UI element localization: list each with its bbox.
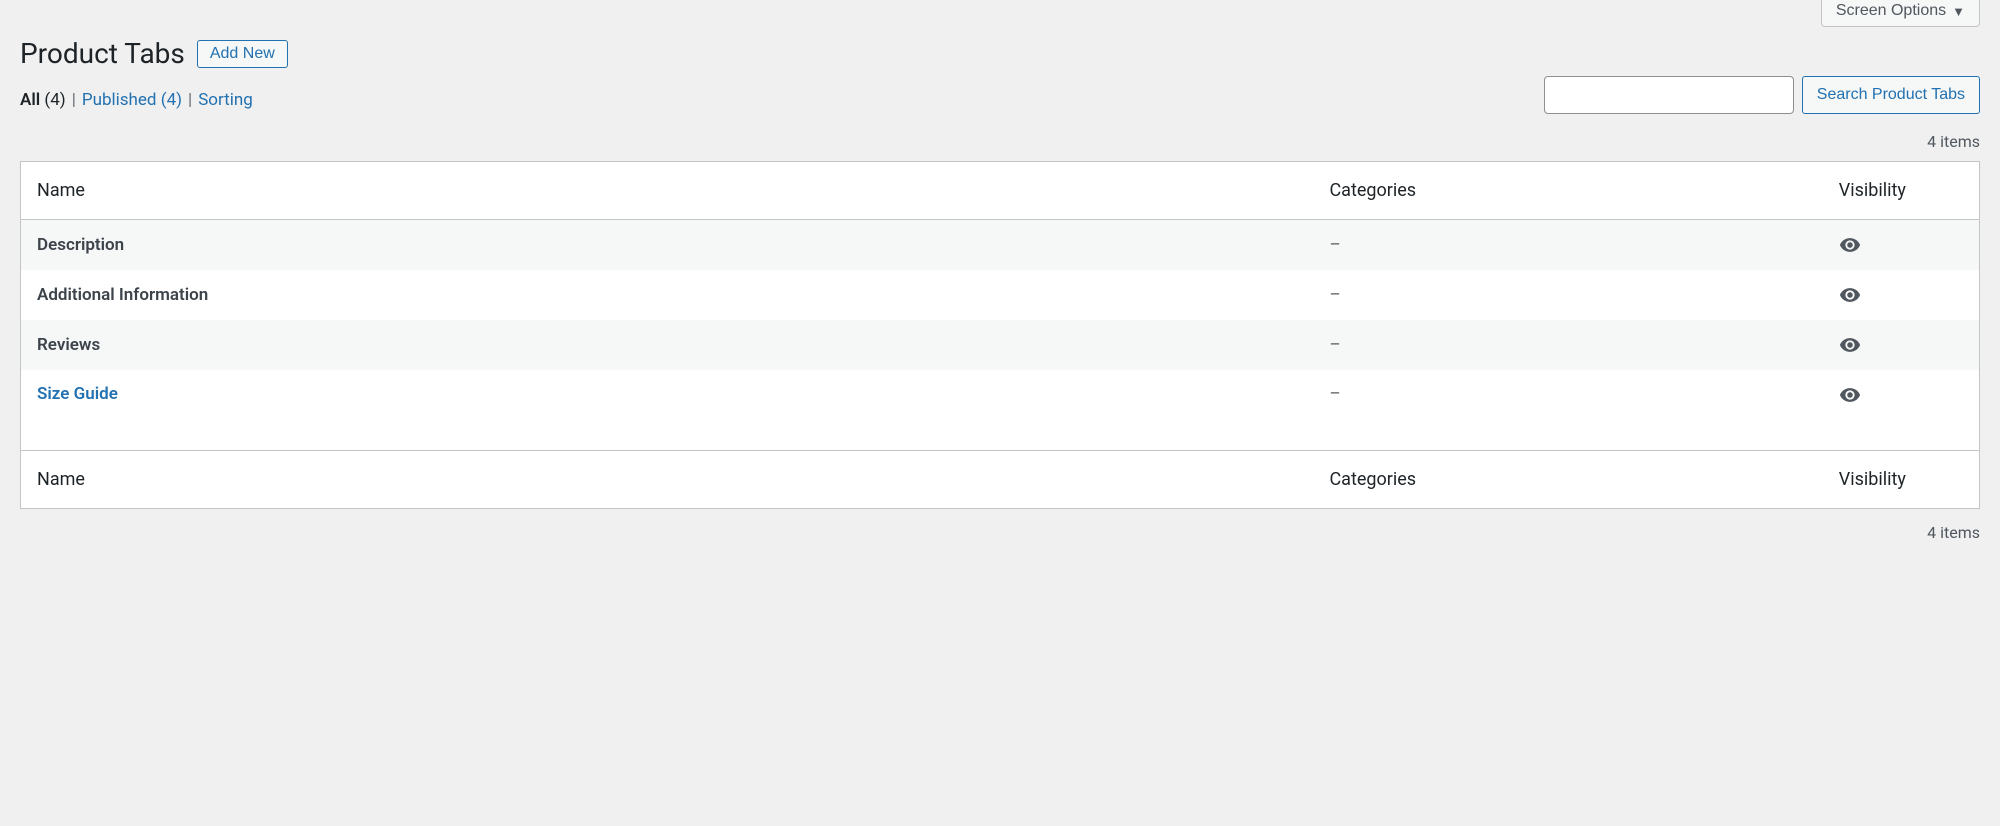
screen-options-label: Screen Options — [1836, 2, 1946, 20]
separator: | — [72, 90, 76, 110]
row-name: Description — [21, 220, 1314, 271]
column-footer-categories: Categories — [1313, 450, 1822, 508]
row-name: Reviews — [21, 320, 1314, 370]
separator: | — [188, 90, 192, 110]
product-tabs-table: Name Categories Visibility Description–A… — [20, 161, 1980, 509]
page-title: Product Tabs — [20, 37, 185, 70]
filter-sorting[interactable]: Sorting — [198, 90, 253, 110]
table-row: Description– — [21, 220, 1980, 271]
table-row: Size Guide– — [21, 370, 1980, 450]
row-visibility — [1823, 370, 1980, 450]
items-count-top: 4 items — [20, 132, 1980, 151]
row-categories: – — [1313, 320, 1822, 370]
row-visibility — [1823, 320, 1980, 370]
filter-published-label: Published — [82, 90, 157, 110]
column-header-categories: Categories — [1313, 162, 1822, 220]
filter-all-count: (4) — [44, 90, 65, 110]
row-name: Additional Information — [21, 270, 1314, 320]
items-count-bottom: 4 items — [20, 523, 1980, 542]
eye-icon — [1839, 284, 1861, 304]
eye-icon — [1839, 384, 1861, 404]
column-header-name[interactable]: Name — [21, 162, 1314, 220]
row-name[interactable]: Size Guide — [21, 370, 1314, 450]
row-visibility — [1823, 270, 1980, 320]
eye-icon — [1839, 334, 1861, 354]
chevron-down-icon: ▼ — [1952, 4, 1965, 19]
screen-options-button[interactable]: Screen Options ▼ — [1821, 0, 1980, 27]
search-button[interactable]: Search Product Tabs — [1802, 76, 1980, 114]
filter-published[interactable]: Published (4) — [82, 90, 182, 110]
column-footer-name[interactable]: Name — [21, 450, 1314, 508]
column-footer-visibility: Visibility — [1823, 450, 1980, 508]
table-row: Reviews– — [21, 320, 1980, 370]
row-categories: – — [1313, 270, 1822, 320]
column-header-visibility: Visibility — [1823, 162, 1980, 220]
eye-icon — [1839, 234, 1861, 254]
filter-all[interactable]: All (4) — [20, 90, 66, 110]
search-input[interactable] — [1544, 76, 1794, 114]
add-new-button[interactable]: Add New — [197, 40, 288, 68]
row-categories: – — [1313, 220, 1822, 271]
row-categories: – — [1313, 370, 1822, 450]
row-visibility — [1823, 220, 1980, 271]
filter-published-count: (4) — [161, 90, 182, 110]
table-row: Additional Information– — [21, 270, 1980, 320]
filter-all-label: All — [20, 90, 40, 110]
